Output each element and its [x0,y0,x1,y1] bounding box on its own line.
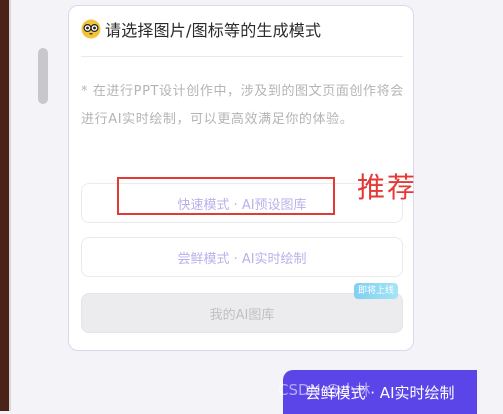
coming-soon-badge: 即将上线 [354,283,399,299]
card-note: * 在进行PPT设计创作中，涉及到的图文页面创作将会进行AI实时绘制，可以更高效… [81,84,404,127]
divider [81,56,403,57]
card-title: 请选择图片/图标等的生成模式 [105,21,322,40]
recommend-highlight-box [117,177,335,215]
recommend-annotation: 推荐 [357,171,418,204]
fresh-mode-option[interactable]: 尝鲜模式 · AI实时绘制 [81,237,403,277]
card-header: 请选择图片/图标等的生成模式 [81,16,321,42]
my-ai-library-label: 我的AI图库 [209,307,275,323]
csdn-watermark: CSDN @小林 [278,381,371,399]
scrollbar-thumb[interactable] [38,48,48,104]
left-rail-edge [9,0,11,411]
owl-emoji-icon [81,19,101,39]
left-rail [0,0,9,411]
fresh-mode-label: 尝鲜模式 · AI实时绘制 [177,251,307,267]
my-ai-library-button[interactable]: 我的AI图库 [81,293,403,333]
